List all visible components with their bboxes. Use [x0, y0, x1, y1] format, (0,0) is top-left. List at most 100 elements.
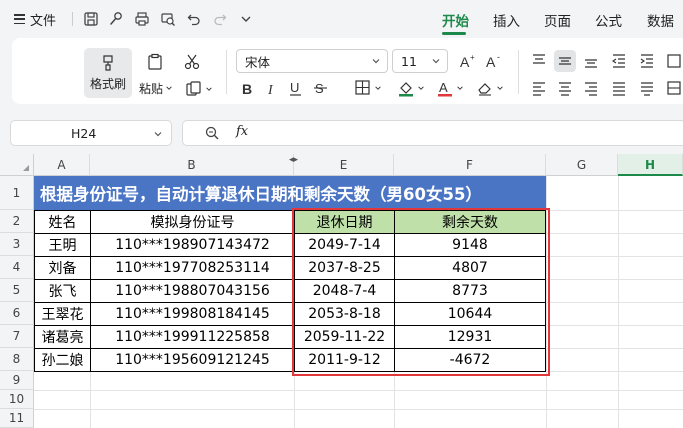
strikethrough-icon[interactable]: S	[310, 78, 332, 98]
column-header-e[interactable]: E	[294, 154, 394, 176]
format-painter-label: 格式刷	[89, 77, 126, 91]
row-header-6[interactable]: 6	[0, 302, 34, 325]
chevron-down-icon	[432, 59, 440, 64]
table-cell[interactable]: 110***199911225858	[91, 326, 295, 349]
file-menu-label: 文件	[30, 13, 57, 29]
row-header-2[interactable]: 2	[0, 210, 34, 233]
hamburger-icon	[14, 14, 25, 24]
italic-icon[interactable]: I	[262, 78, 282, 98]
formula-input[interactable]	[182, 120, 683, 146]
print-icon[interactable]	[132, 9, 152, 29]
wrap-text-icon[interactable]	[664, 50, 683, 72]
align-right-icon[interactable]	[580, 78, 602, 98]
row-header-5[interactable]: 5	[0, 279, 34, 302]
table-cell[interactable]: 110***198907143472	[91, 234, 295, 257]
column-header-b[interactable]: B	[90, 154, 294, 176]
tab-home[interactable]: 开始	[442, 10, 469, 30]
table-cell[interactable]: 王明	[35, 234, 91, 257]
row-header-8[interactable]: 8	[0, 348, 34, 371]
justify-icon[interactable]	[608, 78, 630, 98]
table-cell[interactable]: 110***198807043156	[91, 280, 295, 303]
font-color-button[interactable]: A	[432, 78, 468, 98]
row-header-10[interactable]: 10	[0, 390, 34, 409]
sheet-title-cell[interactable]: 根据身份证号，自动计算退休日期和剩余天数（男60女55）	[34, 176, 546, 210]
gridline	[546, 256, 683, 257]
active-tab-indicator	[442, 32, 466, 35]
save-icon[interactable]	[81, 9, 101, 29]
paste-icon[interactable]	[140, 50, 170, 74]
select-all-button[interactable]	[0, 154, 34, 176]
column-header-a[interactable]: A	[34, 154, 90, 176]
row-header-3[interactable]: 3	[0, 233, 34, 256]
svg-text:+: +	[470, 53, 475, 62]
chevron-down-icon	[206, 87, 212, 91]
more-icon[interactable]	[236, 9, 256, 29]
table-cell[interactable]: 刘备	[35, 257, 91, 280]
tab-data[interactable]: 数据	[647, 10, 674, 30]
column-header-h[interactable]: H	[618, 154, 683, 176]
distributed-align-icon[interactable]	[636, 78, 658, 98]
highlight-box	[292, 208, 550, 376]
hidden-columns-handle[interactable]: ◂▸	[289, 155, 298, 165]
header-cell-name[interactable]: 姓名	[35, 211, 91, 234]
clear-format-button[interactable]	[472, 78, 508, 98]
print-preview-icon[interactable]	[158, 9, 178, 29]
table-cell[interactable]: 孙二娘	[35, 349, 91, 372]
table-cell[interactable]: 110***197708253114	[91, 257, 295, 280]
row-header-7[interactable]: 7	[0, 325, 34, 348]
font-size-select[interactable]: 11	[392, 49, 448, 73]
gridline	[546, 325, 683, 326]
increase-indent-icon[interactable]	[636, 50, 658, 72]
tab-page[interactable]: 页面	[544, 10, 571, 30]
fill-color-button[interactable]	[393, 78, 429, 98]
tab-formulas[interactable]: 公式	[595, 10, 622, 30]
bold-icon[interactable]: B	[238, 78, 258, 98]
menu-bar: 文件 开始 插入 页面 公式 数据	[0, 0, 683, 38]
chevron-down-icon	[497, 86, 503, 90]
underline-icon[interactable]: U	[286, 78, 306, 98]
svg-text:B: B	[242, 81, 252, 97]
brush-icon[interactable]	[106, 9, 126, 29]
function-icon[interactable]: fx	[236, 124, 248, 139]
ribbon-divider	[518, 50, 519, 94]
row-header-11[interactable]: 11	[0, 409, 34, 428]
borders-button[interactable]	[350, 78, 386, 98]
undo-icon[interactable]	[184, 9, 204, 29]
align-middle-icon[interactable]	[554, 50, 576, 72]
column-header-f[interactable]: F	[394, 154, 546, 176]
row-header-9[interactable]: 9	[0, 371, 34, 390]
chevron-down-icon	[154, 132, 162, 137]
decrease-indent-icon[interactable]	[608, 50, 630, 72]
align-left-icon[interactable]	[528, 78, 550, 98]
chevron-down-icon	[372, 59, 380, 64]
column-header-g[interactable]: G	[546, 154, 618, 176]
copy-button[interactable]	[180, 78, 218, 100]
svg-text:I: I	[267, 83, 274, 97]
paste-button[interactable]: 粘贴	[136, 79, 176, 97]
font-name-value: 宋体	[245, 54, 271, 70]
header-cell-id[interactable]: 模拟身份证号	[91, 211, 295, 234]
cut-icon[interactable]	[180, 50, 204, 74]
file-menu[interactable]: 文件	[14, 10, 57, 29]
name-box[interactable]: H24	[10, 120, 172, 146]
table-cell[interactable]: 110***199808184145	[91, 303, 295, 326]
align-bottom-icon[interactable]	[580, 50, 602, 72]
decrease-font-icon[interactable]: A-	[482, 50, 506, 72]
tab-insert[interactable]: 插入	[493, 10, 520, 30]
align-center-icon[interactable]	[554, 78, 576, 98]
align-top-icon[interactable]	[528, 50, 550, 72]
table-cell[interactable]: 张飞	[35, 280, 91, 303]
merge-cells-icon[interactable]	[664, 78, 683, 98]
increase-font-icon[interactable]: A +	[456, 50, 480, 72]
redo-icon[interactable]	[210, 9, 230, 29]
format-painter-button[interactable]: 格式刷	[84, 48, 132, 98]
svg-text:A: A	[439, 80, 448, 95]
table-cell[interactable]: 110***195609121245	[91, 349, 295, 372]
zoom-icon[interactable]	[204, 125, 220, 141]
table-cell[interactable]: 王翠花	[35, 303, 91, 326]
eraser-icon	[478, 83, 491, 96]
row-header-1[interactable]: 1	[0, 176, 34, 210]
row-header-4[interactable]: 4	[0, 256, 34, 279]
font-name-select[interactable]: 宋体	[236, 49, 388, 73]
table-cell[interactable]: 诸葛亮	[35, 326, 91, 349]
